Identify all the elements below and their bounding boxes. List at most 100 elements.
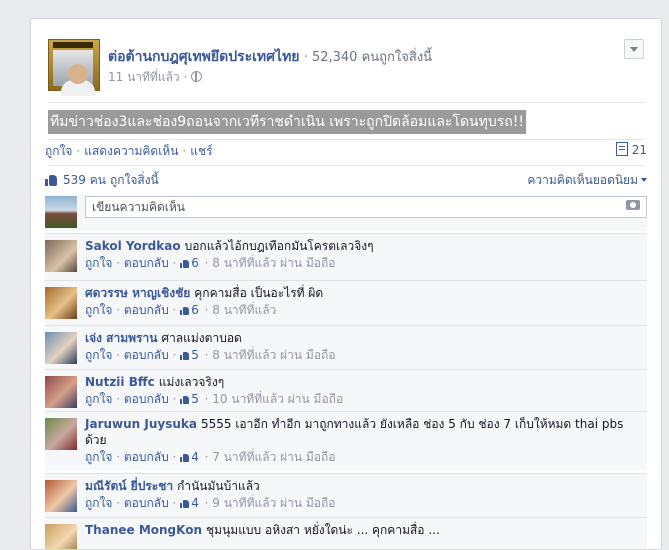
comment-item: มณีรัตน์ ยี่ประชา กำนันมันบ้าแล้ว ถูกใจ ·… (45, 473, 647, 520)
separator: · (182, 144, 187, 158)
commenter-avatar[interactable] (45, 524, 77, 549)
comment-time: 7 นาทีที่แล้ว ผ่าน มือถือ (212, 450, 336, 464)
comment-item: เจ่ง สามพราน ศาลแม่งตาบอด ถูกใจ · ตอบกลับ… (45, 325, 647, 372)
comment-like-button[interactable]: ถูกใจ (85, 450, 112, 464)
comment-item: Thanee MongKon ชุมนุมแบบ อหิงสา หยั่งใดน่… (45, 517, 647, 549)
comment-like-button[interactable]: ถูกใจ (85, 256, 112, 270)
comment-icon (615, 142, 628, 156)
comment-reply-button[interactable]: ตอบกลับ (124, 392, 169, 406)
likes-count-link[interactable]: 539 คน (63, 173, 106, 187)
comment-body: Jaruwun Juysuka 5555 เอาอีก ทำอีก มาถูกทา… (85, 416, 647, 466)
divider (48, 102, 644, 103)
camera-icon[interactable] (626, 200, 640, 210)
comment-text: ศาลแม่งตาบอด (161, 331, 242, 345)
comment-like-count[interactable]: 5 (191, 348, 199, 362)
comment-body: Sakol Yordkao บอกแล้วไอ้กบฎเทือกมันโครตเล… (85, 238, 647, 272)
comment-text: แม่งเลวจริงๆ (158, 375, 225, 389)
commenter-name[interactable]: ศดวรรษ หาญเชิงชัย (85, 286, 190, 300)
avatar-banner (53, 42, 93, 48)
comment-like-count[interactable]: 4 (191, 450, 199, 464)
comment-text: บอกแล้วไอ้กบฎเทือกมันโครตเลวจิงๆ (184, 239, 374, 253)
separator: · (303, 49, 308, 65)
like-button[interactable]: ถูกใจ (45, 144, 72, 158)
post-options-button[interactable] (624, 39, 644, 59)
thumbs-up-icon (180, 499, 190, 508)
commenter-name[interactable]: เจ่ง สามพราน (85, 331, 157, 345)
comment-line: Nutzii Bffc แม่งเลวจริงๆ (85, 374, 647, 390)
commenter-name[interactable]: Sakol Yordkao (85, 239, 181, 253)
post-text: ทีมข่าวช่อง3และช่อง9ถอนจากเวทีราชดำเนิน … (48, 110, 526, 134)
comment-input-placeholder: เขียนความคิดเห็น (92, 200, 185, 214)
comment-time: 9 นาทีที่แล้ว ผ่าน มือถือ (212, 496, 336, 510)
post-header: ต่อต้านกบฎศุเทพยึดประเทศไทย · 52,340 คนถูก… (48, 39, 644, 99)
comment-input[interactable]: เขียนความคิดเห็น (85, 196, 647, 218)
post-time[interactable]: 11 นาทีที่แล้ว · (108, 70, 187, 84)
comment-like-count[interactable]: 6 (191, 303, 199, 317)
page-title-line: ต่อต้านกบฎศุเทพยึดประเทศไทย · 52,340 คนถูก… (108, 46, 432, 68)
commenter-avatar[interactable] (45, 240, 77, 272)
thumbs-up-icon (180, 395, 190, 404)
commenter-name[interactable]: มณีรัตน์ ยี่ประชา (85, 479, 173, 493)
action-bar: ถูกใจ · แสดงความคิดเห็น · แชร์ 21 (45, 142, 647, 164)
comment-reply-button[interactable]: ตอบกลับ (124, 450, 169, 464)
comment-item: ศดวรรษ หาญเชิงชัย คุกคามสื่อ เป็นอะไรที่ … (45, 280, 647, 327)
comment-composer: เขียนความคิดเห็น (45, 195, 647, 231)
comment-like-count[interactable]: 5 (191, 392, 199, 406)
likes-label: ถูกใจสิ่งนี้ (109, 173, 159, 187)
post-card: ต่อต้านกบฎศุเทพยึดประเทศไทย · 52,340 คนถูก… (30, 18, 662, 550)
comment-time: 8 นาทีที่แล้ว (212, 303, 277, 317)
commenter-name[interactable]: Nutzii Bffc (85, 375, 155, 389)
comment-meta: ถูกใจ · ตอบกลับ · 5 · 10 นาทีที่แล้ว ผ่า… (85, 392, 344, 406)
commenter-name[interactable]: Thanee MongKon (85, 523, 202, 537)
top-comments-dropdown[interactable]: ความคิดเห็นยอดนิยม (527, 169, 647, 191)
comment-meta: ถูกใจ · ตอบกลับ · 5 · 8 นาทีที่แล้ว ผ่าน… (85, 348, 336, 362)
commenter-avatar[interactable] (45, 332, 77, 364)
comment-meta: ถูกใจ · ตอบกลับ · 6 · 8 นาทีที่แล้ว (85, 303, 277, 317)
comment-body: ศดวรรษ หาญเชิงชัย คุกคามสื่อ เป็นอะไรที่ … (85, 285, 647, 319)
comment-reply-button[interactable]: ตอบกลับ (124, 496, 169, 510)
page-avatar[interactable] (48, 39, 100, 96)
commenter-avatar[interactable] (45, 418, 77, 450)
comment-like-button[interactable]: ถูกใจ (85, 392, 112, 406)
comment-like-button[interactable]: ถูกใจ (85, 303, 112, 317)
comment-like-button[interactable]: ถูกใจ (85, 348, 112, 362)
thumbs-up-icon (180, 259, 190, 268)
separator: · (76, 144, 81, 158)
likes-summary: 539 คน ถูกใจสิ่งนี้ ความคิดเห็นยอดนิยม (45, 169, 647, 191)
comment-like-count[interactable]: 4 (191, 496, 199, 510)
comment-button[interactable]: แสดงความคิดเห็น (84, 144, 178, 158)
comment-like-button[interactable]: ถูกใจ (85, 496, 112, 510)
divider (48, 139, 644, 140)
top-comments-label: ความคิดเห็นยอดนิยม (527, 173, 638, 187)
globe-icon (191, 71, 203, 82)
comment-line: Jaruwun Juysuka 5555 เอาอีก ทำอีก มาถูกทา… (85, 416, 647, 448)
thumbs-up-icon (180, 306, 190, 315)
page-name-link[interactable]: ต่อต้านกบฎศุเทพยึดประเทศไทย (108, 49, 300, 65)
comment-like-count[interactable]: 6 (191, 256, 199, 270)
divider (48, 165, 644, 166)
commenter-avatar[interactable] (45, 287, 77, 319)
commenter-avatar[interactable] (45, 480, 77, 512)
comment-time: 8 นาทีที่แล้ว ผ่าน มือถือ (212, 256, 336, 270)
comment-line: เจ่ง สามพราน ศาลแม่งตาบอด (85, 330, 647, 346)
thumbs-up-icon (45, 174, 57, 186)
comment-count-link[interactable]: 21 (615, 142, 647, 157)
comment-body: มณีรัตน์ ยี่ประชา กำนันมันบ้าแล้ว ถูกใจ ·… (85, 478, 647, 512)
thumbs-up-icon (180, 453, 190, 462)
commenter-avatar[interactable] (45, 376, 77, 408)
comment-reply-button[interactable]: ตอบกลับ (124, 348, 169, 362)
comment-body: Thanee MongKon ชุมนุมแบบ อหิงสา หยั่งใดน่… (85, 522, 647, 538)
comment-line: Thanee MongKon ชุมนุมแบบ อหิงสา หยั่งใดน่… (85, 522, 647, 538)
share-button[interactable]: แชร์ (190, 144, 212, 158)
thumbs-up-icon (180, 351, 190, 360)
comment-item: Jaruwun Juysuka 5555 เอาอีก ทำอีก มาถูกทา… (45, 411, 647, 470)
comment-time: 8 นาทีที่แล้ว ผ่าน มือถือ (212, 348, 336, 362)
post-timestamp: 11 นาทีที่แล้ว · (108, 68, 203, 87)
commenter-name[interactable]: Jaruwun Juysuka (85, 417, 197, 431)
comment-reply-button[interactable]: ตอบกลับ (124, 303, 169, 317)
comment-line: Sakol Yordkao บอกแล้วไอ้กบฎเทือกมันโครตเล… (85, 238, 647, 254)
comment-time: 10 นาทีที่แล้ว ผ่าน มือถือ (212, 392, 344, 406)
comment-reply-button[interactable]: ตอบกลับ (124, 256, 169, 270)
comment-meta: ถูกใจ · ตอบกลับ · 4 · 7 นาทีที่แล้ว ผ่าน… (85, 450, 336, 464)
comment-line: มณีรัตน์ ยี่ประชา กำนันมันบ้าแล้ว (85, 478, 647, 494)
